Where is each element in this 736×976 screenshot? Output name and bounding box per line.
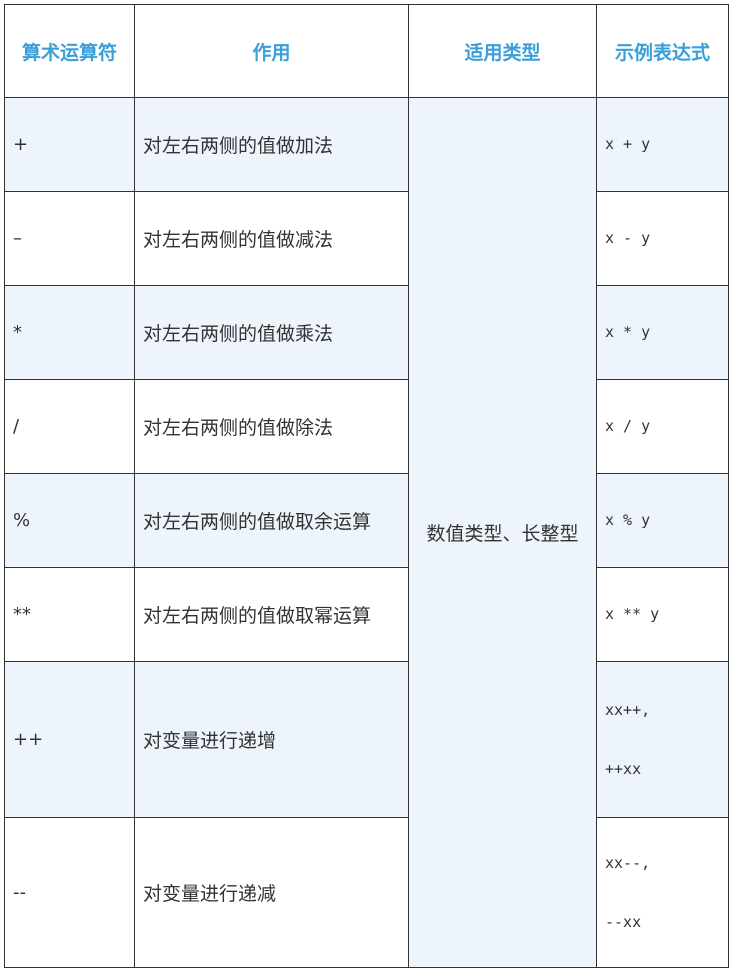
operator-cell: % <box>4 473 135 568</box>
header-row: 算术运算符 作用 适用类型 示例表达式 <box>4 4 729 98</box>
example-cell: x % y <box>596 473 729 568</box>
table-row: ++ 对变量进行递增 xx++, ++xx <box>4 661 729 818</box>
effect-cell: 对左右两侧的值做除法 <box>134 379 409 474</box>
operator-cell: * <box>4 285 135 380</box>
header-effect: 作用 <box>134 4 409 98</box>
example-line: ++xx <box>605 759 642 778</box>
effect-cell: 对左右两侧的值做乘法 <box>134 285 409 380</box>
table-row: ** 对左右两侧的值做取幂运算 x ** y <box>4 567 729 662</box>
table-row: % 对左右两侧的值做取余运算 x % y <box>4 473 729 568</box>
table-row: / 对左右两侧的值做除法 x / y <box>4 379 729 474</box>
operator-cell: ** <box>4 567 135 662</box>
example-cell: x + y <box>596 97 729 192</box>
effect-cell: 对左右两侧的值做取余运算 <box>134 473 409 568</box>
effect-cell: 对左右两侧的值做取幂运算 <box>134 567 409 662</box>
effect-cell: 对左右两侧的值做加法 <box>134 97 409 192</box>
example-line: x * y <box>605 323 651 341</box>
example-line: --xx <box>605 912 642 931</box>
example-cell: xx--, --xx <box>596 817 729 968</box>
example-line: xx--, <box>605 853 651 872</box>
operator-cell: / <box>4 379 135 474</box>
header-operator: 算术运算符 <box>4 4 135 98</box>
effect-cell: 对左右两侧的值做减法 <box>134 191 409 286</box>
operator-cell: – <box>4 191 135 286</box>
arithmetic-operators-table: 算术运算符 作用 适用类型 示例表达式 + 对左右两侧的值做加法 数值类型、长整… <box>4 4 729 968</box>
example-cell: x / y <box>596 379 729 474</box>
example-line: x + y <box>605 135 651 153</box>
operator-cell: + <box>4 97 135 192</box>
example-line: x - y <box>605 229 651 247</box>
operator-cell: ++ <box>4 661 135 818</box>
example-cell: x - y <box>596 191 729 286</box>
example-line: xx++, <box>605 700 651 719</box>
example-cell: xx++, ++xx <box>596 661 729 818</box>
table-row: – 对左右两侧的值做减法 x - y <box>4 191 729 286</box>
table-row: + 对左右两侧的值做加法 数值类型、长整型 x + y <box>4 97 729 968</box>
header-example: 示例表达式 <box>596 4 729 98</box>
example-line: x / y <box>605 417 651 435</box>
example-cell: x * y <box>596 285 729 380</box>
example-cell: x ** y <box>596 567 729 662</box>
example-line: x % y <box>605 511 651 529</box>
effect-cell: 对变量进行递增 <box>134 661 409 818</box>
operator-cell: -- <box>4 817 135 968</box>
example-line: x ** y <box>605 605 660 623</box>
effect-cell: 对变量进行递减 <box>134 817 409 968</box>
table-row: * 对左右两侧的值做乘法 x * y <box>4 285 729 380</box>
header-type: 适用类型 <box>408 4 597 98</box>
type-cell: 数值类型、长整型 <box>408 97 597 968</box>
table-row: -- 对变量进行递减 xx--, --xx <box>4 817 729 968</box>
table-container: 算术运算符 作用 适用类型 示例表达式 + 对左右两侧的值做加法 数值类型、长整… <box>4 4 729 974</box>
